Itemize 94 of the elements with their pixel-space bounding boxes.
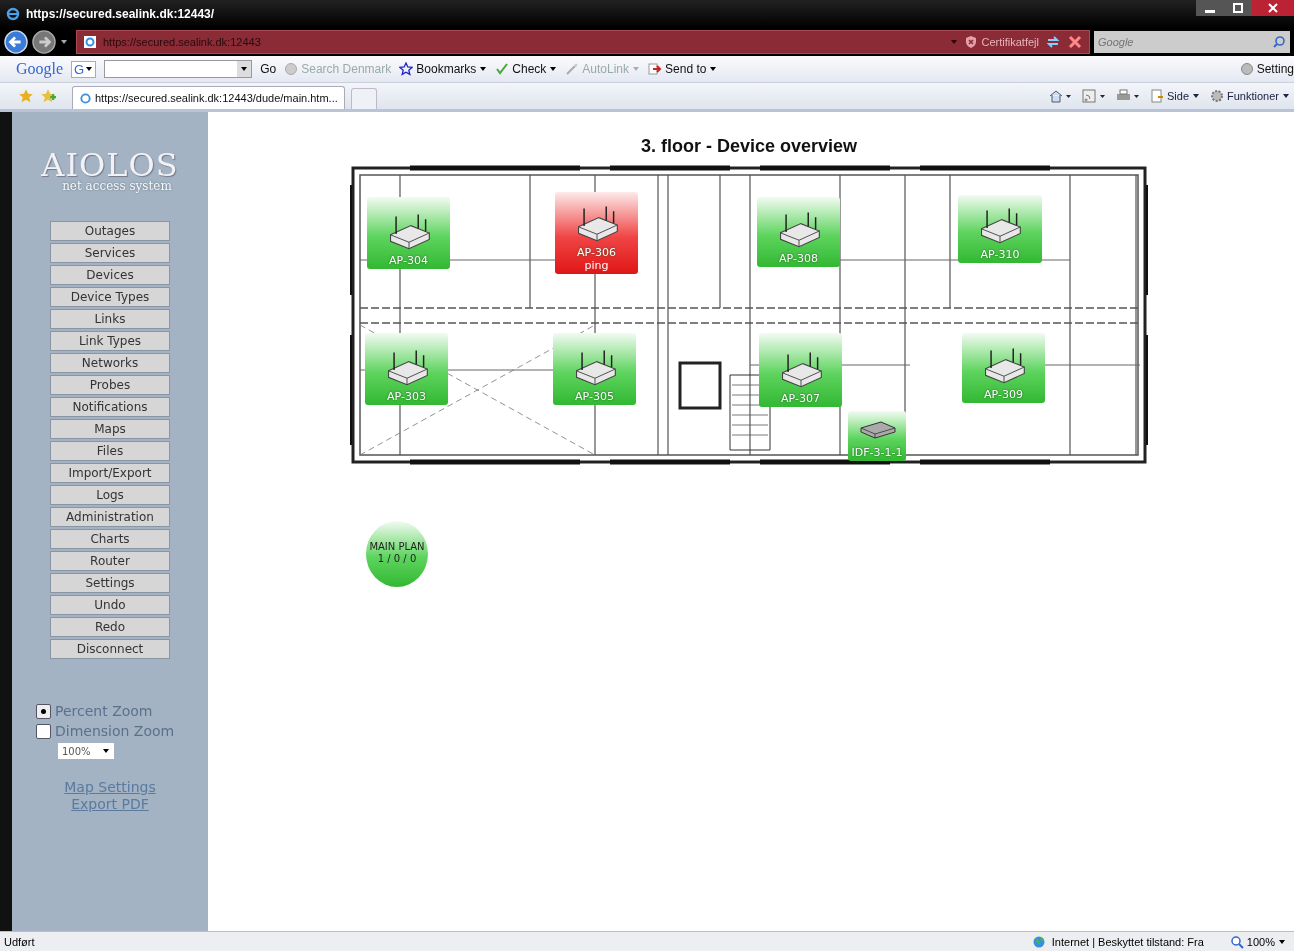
tools-menu[interactable]: Funktioner	[1210, 89, 1290, 103]
nav-button[interactable]: Logs	[50, 485, 170, 505]
device-label: AP-306	[577, 246, 616, 259]
google-logo: Google	[16, 60, 64, 78]
add-favorite-icon[interactable]	[40, 88, 56, 104]
favorites-star-icon[interactable]	[18, 88, 34, 104]
device-label: AP-305	[575, 390, 614, 403]
caret-icon	[102, 747, 110, 755]
circle-icon	[1239, 62, 1254, 76]
wand-icon	[565, 62, 580, 76]
nav-button[interactable]: Links	[50, 309, 170, 329]
toolbar-button[interactable]: Bookmarks	[399, 62, 488, 76]
caret-icon	[85, 65, 94, 73]
globe-icon	[1031, 934, 1046, 949]
switch-icon	[857, 420, 897, 440]
nav-button[interactable]: Administration	[50, 507, 170, 527]
close-button[interactable]	[1252, 0, 1294, 16]
caret-icon	[632, 65, 641, 73]
zoom-radio[interactable]	[36, 723, 51, 739]
nav-button[interactable]: Devices	[50, 265, 170, 285]
address-bar[interactable]: https://secured.sealink.dk:12443 Certifikatfejl	[76, 30, 1090, 54]
magnifier-icon	[1229, 934, 1244, 949]
nav-button[interactable]: Files	[50, 441, 170, 461]
nav-button[interactable]: Networks	[50, 353, 170, 373]
caret-icon	[1192, 92, 1200, 100]
back-button[interactable]	[4, 30, 28, 54]
google-menu-button[interactable]: G	[71, 60, 97, 78]
nav-button[interactable]: Settings	[50, 573, 170, 593]
history-dropdown-icon[interactable]	[60, 38, 68, 46]
page-icon	[79, 91, 92, 105]
nav-button[interactable]: Probes	[50, 375, 170, 395]
device-label: AP-309	[984, 388, 1023, 401]
browser-icon	[6, 7, 20, 21]
toolbar-button[interactable]: Go	[260, 62, 277, 76]
nav-button[interactable]: Router	[50, 551, 170, 571]
device-label: IDF-3-1-1	[851, 446, 903, 459]
gear-icon	[1210, 89, 1224, 103]
device-problem: ping	[584, 259, 609, 272]
logo-text: AIOLOS	[41, 150, 179, 180]
caret-icon	[1278, 937, 1286, 946]
home-icon[interactable]	[1048, 89, 1072, 103]
print-icon[interactable]	[1116, 89, 1140, 103]
zoom-select[interactable]: 100%	[58, 743, 114, 759]
maximize-button[interactable]	[1224, 0, 1252, 16]
nav-button[interactable]: Disconnect	[50, 639, 170, 659]
page-menu[interactable]: Side	[1150, 89, 1200, 103]
globe-icon	[284, 62, 299, 76]
shield-error-icon	[963, 35, 978, 49]
nav-button[interactable]: Link Types	[50, 331, 170, 351]
toolbar-search-field[interactable]	[104, 60, 253, 78]
status-text: Udført	[4, 935, 35, 948]
caret-icon	[549, 65, 558, 73]
zoom-radio[interactable]	[36, 703, 51, 719]
browser-tab[interactable]: https://secured.sealink.dk:12443/dude/main.htm...	[72, 86, 345, 109]
nav-button[interactable]: Notifications	[50, 397, 170, 417]
stop-icon[interactable]	[1067, 34, 1083, 50]
device-label: AP-310	[980, 248, 1020, 261]
forward-button[interactable]	[32, 30, 56, 54]
nav-button[interactable]: Charts	[50, 529, 170, 549]
minimize-button[interactable]	[1196, 0, 1224, 16]
caret-icon	[1282, 92, 1290, 100]
nav-button[interactable]: Import/Export	[50, 463, 170, 483]
nav-button[interactable]: Services	[50, 243, 170, 263]
caret-icon	[709, 65, 718, 73]
star-icon	[399, 62, 414, 76]
device-label: AP-307	[781, 392, 820, 405]
feeds-icon[interactable]	[1082, 89, 1106, 103]
security-zone: Internet | Beskyttet tilstand: Fra	[1051, 935, 1204, 948]
nav-button[interactable]: Outages	[50, 221, 170, 241]
window-title: https://secured.sealink.dk:12443/	[26, 7, 215, 21]
zoom-level-button[interactable]: 100%	[1229, 934, 1286, 949]
search-icon[interactable]	[1272, 35, 1286, 49]
submap-node[interactable]: MAIN PLAN 1 / 0 / 0	[366, 521, 428, 587]
nav-button[interactable]: Redo	[50, 617, 170, 637]
device-label: AP-304	[389, 254, 428, 267]
map-title: 3. floor - Device overview	[639, 136, 859, 157]
send-arrow-icon	[648, 62, 663, 76]
logo-tagline: net access system	[62, 180, 172, 193]
page-icon	[83, 35, 97, 49]
certificate-error[interactable]: Certifikatfejl	[963, 35, 1039, 49]
device-node[interactable]: AP-306 ping	[555, 192, 638, 274]
caret-icon	[479, 65, 488, 73]
toolbar-button[interactable]: Check	[495, 62, 558, 76]
checkmark-icon	[495, 62, 510, 76]
toolbar-options-button[interactable]: Setting	[1239, 62, 1294, 76]
page-icon	[1150, 89, 1164, 103]
device-label: AP-303	[387, 390, 426, 403]
nav-button[interactable]: Maps	[50, 419, 170, 439]
toolbar-button[interactable]: Send to	[648, 62, 718, 76]
device-label: AP-308	[779, 252, 818, 265]
refresh-icon[interactable]	[1045, 34, 1061, 50]
search-box[interactable]: Google	[1094, 31, 1290, 53]
nav-button[interactable]: Undo	[50, 595, 170, 615]
nav-button[interactable]: Device Types	[50, 287, 170, 307]
